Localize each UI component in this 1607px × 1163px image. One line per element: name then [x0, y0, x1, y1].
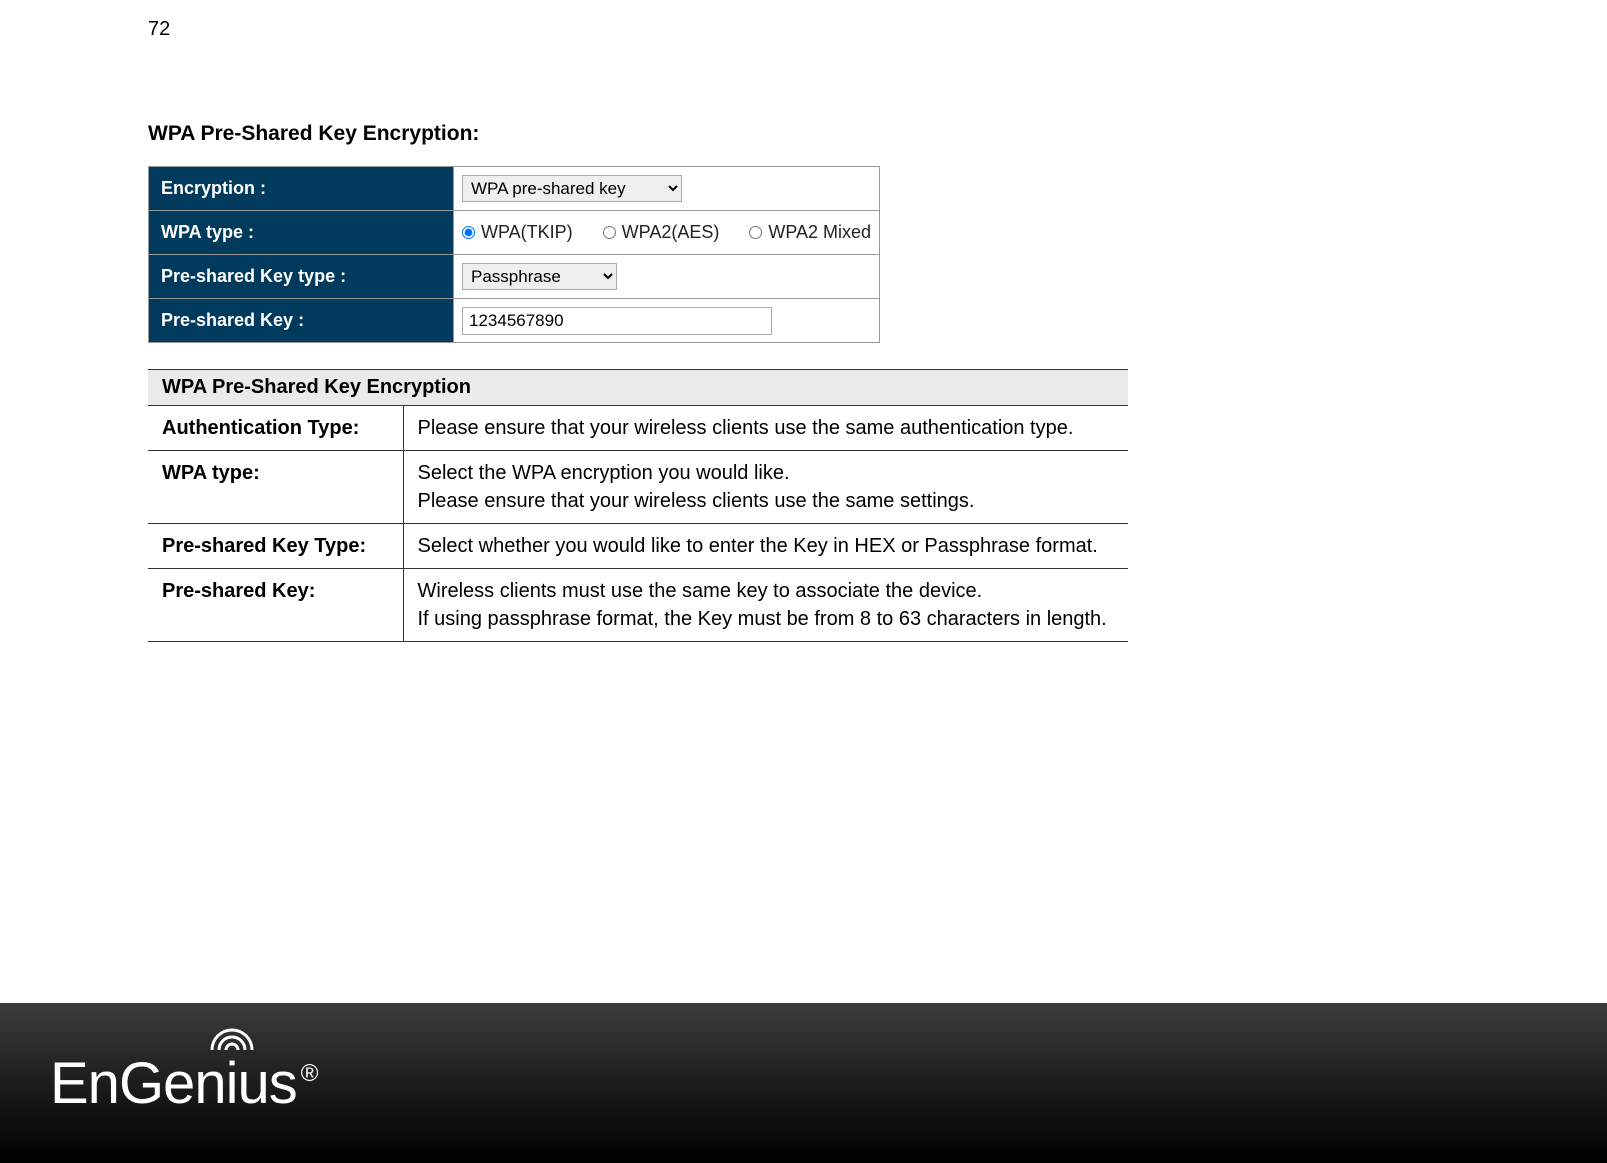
desc-text: Wireless clients must use the same key t… [403, 569, 1128, 642]
psk-label: Pre-shared Key : [149, 299, 454, 343]
psk-value-cell [454, 299, 880, 343]
desc-row: Authentication Type: Please ensure that … [148, 406, 1128, 451]
logo-us: us [237, 1050, 296, 1117]
encryption-select[interactable]: WPA pre-shared key [462, 175, 682, 202]
brand-logo: EnGen ius® [50, 1050, 317, 1117]
psk-type-label: Pre-shared Key type : [149, 255, 454, 299]
logo-i-wifi: i [226, 1050, 238, 1117]
wpa-type-option-aes[interactable]: WPA2(AES) [603, 222, 720, 243]
desc-row: WPA type: Select the WPA encryption you … [148, 451, 1128, 524]
section-title: WPA Pre-Shared Key Encryption: [148, 122, 1128, 146]
desc-row: Pre-shared Key Type: Select whether you … [148, 524, 1128, 569]
wpa-tkip-radio[interactable] [462, 226, 475, 239]
page-footer: EnGen ius® [0, 1003, 1607, 1163]
wpa-type-option-tkip[interactable]: WPA(TKIP) [462, 222, 573, 243]
desc-name: Pre-shared Key: [148, 569, 403, 642]
encryption-value-cell: WPA pre-shared key [454, 167, 880, 211]
desc-row: Pre-shared Key: Wireless clients must us… [148, 569, 1128, 642]
wpa-mixed-label: WPA2 Mixed [768, 222, 871, 243]
config-row-wpa-type: WPA type : WPA(TKIP) WPA2(AES) WPA2 Mixe… [149, 211, 880, 255]
wpa-mixed-radio[interactable] [749, 226, 762, 239]
desc-name: Authentication Type: [148, 406, 403, 451]
config-row-psk-type: Pre-shared Key type : Passphrase [149, 255, 880, 299]
encryption-label: Encryption : [149, 167, 454, 211]
desc-name: WPA type: [148, 451, 403, 524]
page-content: WPA Pre-Shared Key Encryption: Encryptio… [148, 122, 1128, 642]
desc-header: WPA Pre-Shared Key Encryption [148, 370, 1128, 406]
wpa-type-label: WPA type : [149, 211, 454, 255]
wpa-type-radio-group: WPA(TKIP) WPA2(AES) WPA2 Mixed [462, 222, 871, 243]
psk-type-value-cell: Passphrase [454, 255, 880, 299]
wpa-aes-radio[interactable] [603, 226, 616, 239]
logo-reg: ® [301, 1060, 318, 1088]
wpa-aes-label: WPA2(AES) [622, 222, 720, 243]
psk-type-select[interactable]: Passphrase [462, 263, 617, 290]
config-table: Encryption : WPA pre-shared key WPA type… [148, 166, 880, 343]
desc-header-row: WPA Pre-Shared Key Encryption [148, 370, 1128, 406]
wifi-arc-icon [207, 1022, 257, 1052]
desc-text: Select whether you would like to enter t… [403, 524, 1128, 569]
config-row-encryption: Encryption : WPA pre-shared key [149, 167, 880, 211]
psk-input[interactable] [462, 307, 772, 335]
description-table: WPA Pre-Shared Key Encryption Authentica… [148, 369, 1128, 642]
wpa-type-option-mixed[interactable]: WPA2 Mixed [749, 222, 871, 243]
desc-text: Please ensure that your wireless clients… [403, 406, 1128, 451]
desc-name: Pre-shared Key Type: [148, 524, 403, 569]
wpa-type-value-cell: WPA(TKIP) WPA2(AES) WPA2 Mixed [454, 211, 880, 255]
logo-en: EnGen [50, 1050, 226, 1117]
desc-text: Select the WPA encryption you would like… [403, 451, 1128, 524]
page-number: 72 [148, 18, 170, 41]
wpa-tkip-label: WPA(TKIP) [481, 222, 573, 243]
config-row-psk: Pre-shared Key : [149, 299, 880, 343]
